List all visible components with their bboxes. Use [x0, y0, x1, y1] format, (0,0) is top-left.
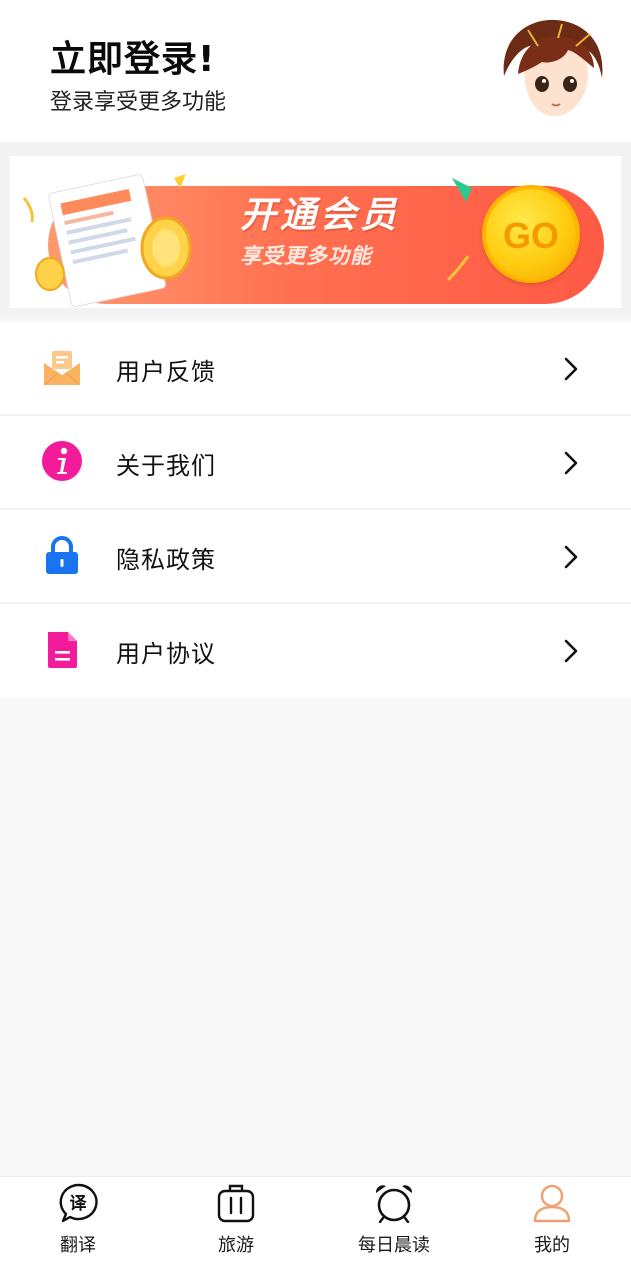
menu-item-feedback[interactable]: 用户反馈: [0, 322, 631, 416]
avatar[interactable]: [498, 16, 606, 124]
chevron-right-icon: [564, 639, 578, 663]
info-icon: [42, 441, 82, 481]
chevron-right-icon: [564, 451, 578, 475]
alarm-clock-icon: [375, 1185, 413, 1223]
menu-label-privacy: 隐私政策: [116, 546, 216, 574]
lock-icon: [46, 536, 78, 574]
tab-travel[interactable]: 旅游: [176, 1177, 296, 1280]
chevron-right-icon: [564, 357, 578, 381]
tab-label-translate: 翻译: [60, 1235, 96, 1256]
tab-morning-reading[interactable]: 每日晨读: [334, 1177, 454, 1280]
tab-label-travel: 旅游: [218, 1235, 254, 1256]
vip-banner-title: 开通会员: [240, 195, 401, 236]
person-icon: [533, 1184, 571, 1223]
login-header[interactable]: 立即登录! 登录享受更多功能: [0, 0, 631, 142]
document-icon: [48, 632, 77, 668]
menu-label-agreement: 用户协议: [116, 640, 216, 668]
menu-item-agreement[interactable]: 用户协议: [0, 604, 631, 698]
menu-label-feedback: 用户反馈: [116, 358, 216, 386]
login-title[interactable]: 立即登录!: [50, 30, 215, 82]
menu-item-privacy[interactable]: 隐私政策: [0, 510, 631, 604]
tab-label-morning-reading: 每日晨读: [358, 1235, 430, 1256]
menu-label-about: 关于我们: [116, 452, 216, 480]
svg-text:译: 译: [70, 1194, 88, 1214]
translate-icon: 译: [59, 1183, 98, 1223]
tab-translate[interactable]: 译 翻译: [18, 1177, 138, 1280]
user-avatar-icon: [498, 16, 606, 124]
menu-item-about[interactable]: 关于我们: [0, 416, 631, 510]
go-button[interactable]: GO: [482, 185, 580, 283]
luggage-icon: [217, 1184, 255, 1223]
settings-menu: 用户反馈 关于我们 隐私政策 用户协议: [0, 322, 631, 698]
mail-icon: [43, 351, 81, 386]
tab-mine[interactable]: 我的: [492, 1177, 612, 1280]
bottom-tab-bar: 译 翻译 旅游 每日晨读 我的: [0, 1176, 631, 1280]
go-button-label: GO: [502, 215, 559, 256]
login-subtitle: 登录享受更多功能: [50, 90, 227, 115]
chevron-right-icon: [564, 545, 578, 569]
vip-banner-subtitle: 享受更多功能: [240, 244, 372, 268]
tab-label-mine: 我的: [534, 1235, 570, 1256]
